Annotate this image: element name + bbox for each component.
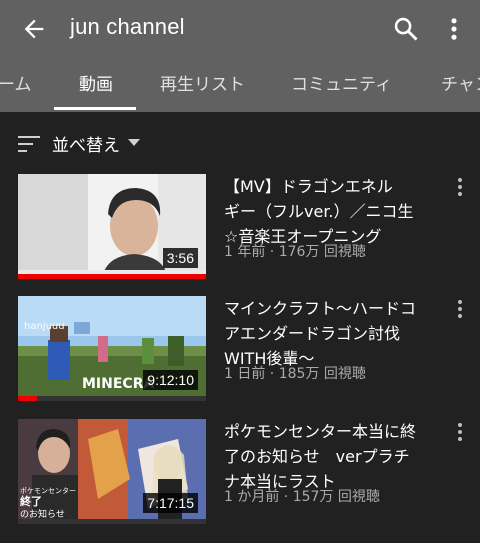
video-thumbnail[interactable]: ポケモンセンター 終了 のお知らせ 7:17:15 xyxy=(18,419,206,523)
tab-videos[interactable]: 動画 xyxy=(79,58,113,112)
sort-control[interactable]: 並べ替え xyxy=(0,122,480,166)
channel-tabs: ーム 動画 再生リスト コミュニティ チャン xyxy=(0,58,480,112)
thumbnail-text: ポケモンセンター xyxy=(20,486,76,495)
video-duration: 7:17:15 xyxy=(143,493,198,513)
thumbnail-text: hanjuuu xyxy=(24,321,65,332)
thumbnail-text: 終了 xyxy=(20,494,42,508)
video-meta: 1 か月前 · 157万 回視聴 xyxy=(224,489,380,505)
tab-community[interactable]: コミュニティ xyxy=(291,58,392,112)
video-thumbnail[interactable]: 3:56 xyxy=(18,174,206,278)
dropdown-caret-icon xyxy=(128,139,140,146)
tab-home[interactable]: ーム xyxy=(0,58,32,112)
app-bar: jun channel ーム 動画 再生リスト コミュニティ チャン xyxy=(0,0,480,112)
video-meta: 1 日前 · 185万 回視聴 xyxy=(224,366,366,382)
channel-title: jun channel xyxy=(70,14,185,39)
sort-label: 並べ替え xyxy=(52,136,120,156)
video-item[interactable]: 3:56 【MV】ドラゴンエネル ギー（フルver.）／ニコ生 ☆音楽王オープニ… xyxy=(0,174,480,286)
search-icon[interactable] xyxy=(392,15,420,43)
watch-progress-bar xyxy=(18,274,206,279)
video-thumbnail[interactable]: hanjuuu MINECRA 9:12:10 xyxy=(18,296,206,400)
video-duration: 9:12:10 xyxy=(143,370,198,390)
video-menu-icon[interactable] xyxy=(453,421,467,443)
tab-playlists[interactable]: 再生リスト xyxy=(160,58,245,112)
video-menu-icon[interactable] xyxy=(453,176,467,198)
watch-progress-fill xyxy=(18,274,206,279)
sort-icon xyxy=(18,136,40,152)
video-title: ポケモンセンター本当に終 了のお知らせ verプラチ ナ本当にラスト xyxy=(224,422,417,491)
watch-progress-fill xyxy=(18,396,37,401)
video-item[interactable]: hanjuuu MINECRA 9:12:10 マインクラフト〜ハードコ アエン… xyxy=(0,296,480,408)
watch-progress-bar xyxy=(18,396,206,401)
tab-channels[interactable]: チャン xyxy=(441,58,480,112)
video-item[interactable]: ポケモンセンター 終了 のお知らせ 7:17:15 ポケモンセンター本当に終 了… xyxy=(0,419,480,531)
video-duration: 3:56 xyxy=(162,248,198,268)
back-arrow-icon[interactable] xyxy=(20,15,48,43)
active-tab-indicator xyxy=(54,107,136,110)
more-vert-icon[interactable] xyxy=(444,15,464,43)
watch-progress-bar xyxy=(18,519,206,524)
video-meta: 1 年前 · 176万 回視聴 xyxy=(224,244,366,260)
video-title: 【MV】ドラゴンエネル ギー（フルver.）／ニコ生 ☆音楽王オープニング xyxy=(224,177,414,246)
video-menu-icon[interactable] xyxy=(453,298,467,320)
video-title: マインクラフト〜ハードコ アエンダードラゴン討伐 WITH後輩〜 xyxy=(224,299,417,368)
toolbar: jun channel xyxy=(0,0,480,58)
